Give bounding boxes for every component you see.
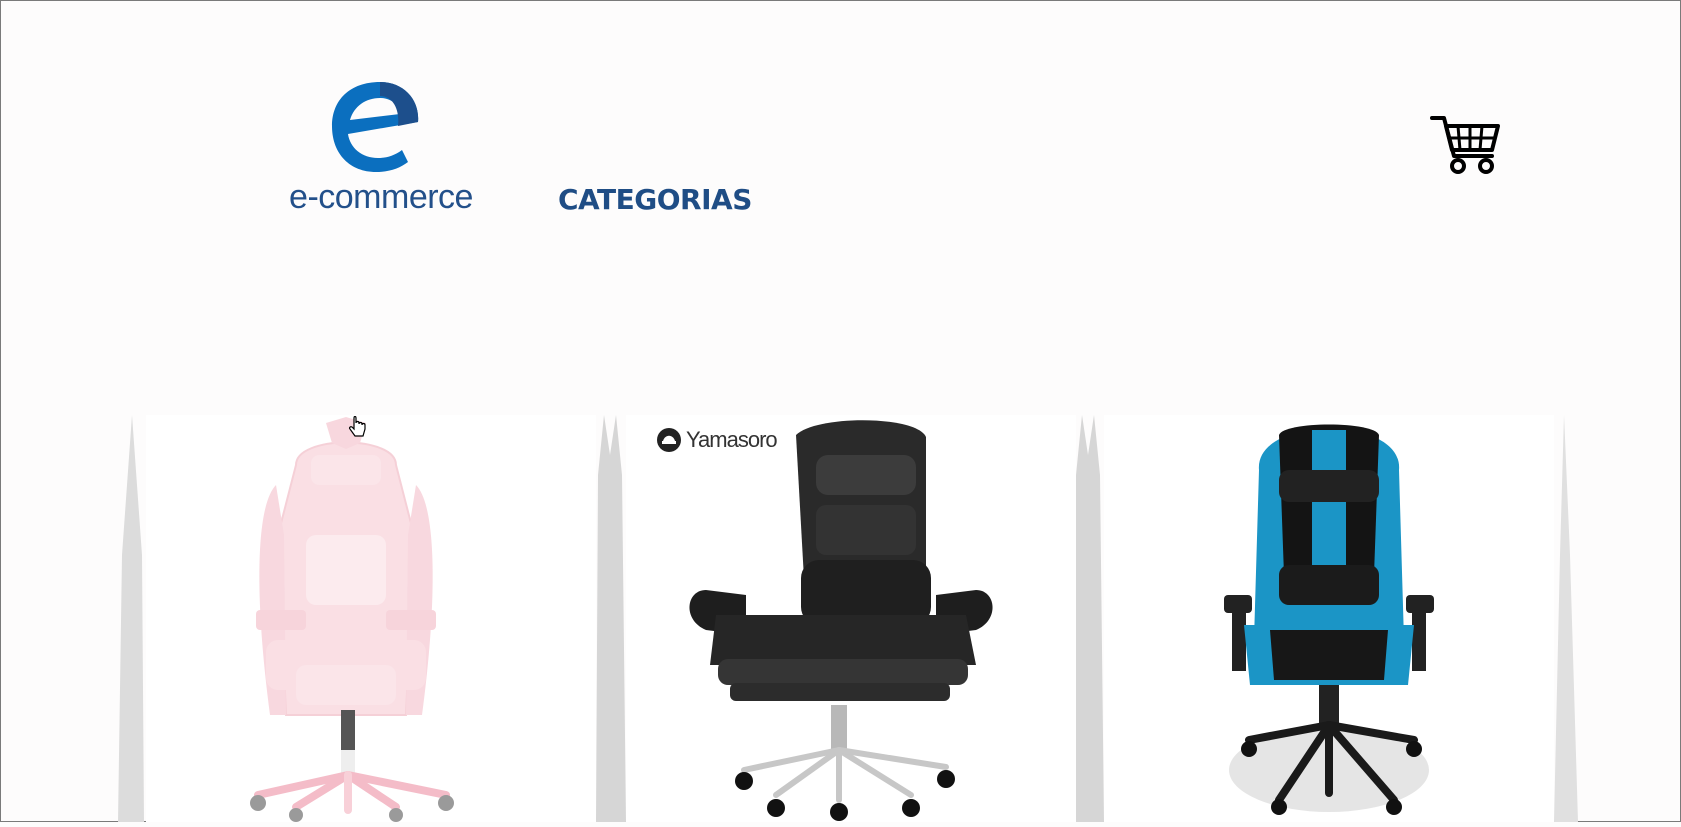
nav-categorias-link[interactable]: CATEGORIAS — [558, 183, 752, 216]
product-carousel[interactable]: Yamasoro — [0, 415, 1681, 822]
carousel-divider — [1554, 415, 1578, 822]
logo-wordmark: e-commerce — [289, 178, 473, 216]
product-card[interactable] — [626, 415, 1076, 822]
black-office-chair-image — [689, 420, 993, 821]
site-logo[interactable]: e-commerce — [268, 78, 494, 218]
logo-e-icon — [332, 82, 419, 172]
shopping-cart-icon[interactable] — [1430, 112, 1500, 181]
yamasoro-brand-label: Yamasoro — [656, 427, 778, 453]
product-card[interactable] — [146, 415, 596, 822]
hand-pointer-icon — [348, 415, 368, 445]
yamasoro-logo-icon — [657, 428, 681, 452]
pink-gaming-chair-image — [250, 417, 454, 822]
product-card[interactable] — [1104, 415, 1554, 822]
blue-gaming-chair-image — [1224, 424, 1434, 815]
yamasoro-brand-text: Yamasoro — [686, 427, 778, 452]
